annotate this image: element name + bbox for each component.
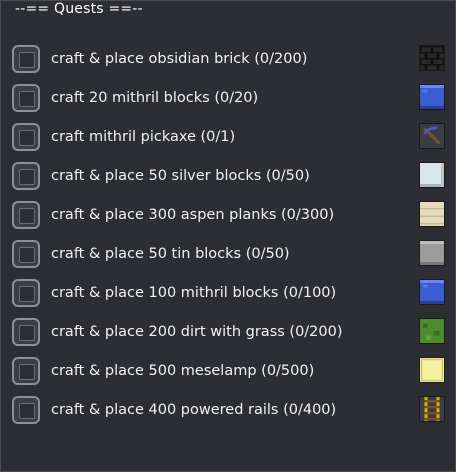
quest-row: craft & place 50 silver blocks (0/50) (1, 158, 456, 197)
quest-row: craft & place 100 mithril blocks (0/100) (1, 275, 456, 314)
quest-checkbox[interactable] (12, 240, 40, 268)
quest-row: craft & place 500 meselamp (0/500) (1, 353, 456, 392)
quest-label: craft & place 100 mithril blocks (0/100) (51, 285, 337, 301)
aspen-planks-icon (419, 201, 445, 227)
quest-row: craft & place 300 aspen planks (0/300) (1, 197, 456, 236)
quest-label: craft & place 300 aspen planks (0/300) (51, 207, 335, 223)
silver-block-icon (419, 162, 445, 188)
quest-label: craft & place 400 powered rails (0/400) (51, 402, 337, 418)
quest-label: craft & place obsidian brick (0/200) (51, 51, 308, 67)
quest-row: craft & place 50 tin blocks (0/50) (1, 236, 456, 275)
powered-rails-icon (419, 396, 445, 422)
mithril-block-icon (419, 84, 445, 110)
quest-checkbox[interactable] (12, 84, 40, 112)
obsidian-brick-icon (419, 45, 445, 71)
quest-checkbox[interactable] (12, 357, 40, 385)
quest-checkbox[interactable] (12, 162, 40, 190)
quest-row: craft mithril pickaxe (0/1) (1, 119, 456, 158)
quest-checkbox[interactable] (12, 123, 40, 151)
tin-block-icon (419, 240, 445, 266)
quest-label: craft mithril pickaxe (0/1) (51, 129, 236, 145)
dirt-with-grass-icon (419, 318, 445, 344)
quest-label: craft & place 50 silver blocks (0/50) (51, 168, 310, 184)
mithril-block-icon (419, 279, 445, 305)
mithril-pickaxe-icon (419, 123, 445, 149)
quest-row: craft & place 400 powered rails (0/400) (1, 392, 456, 431)
quest-label: craft & place 500 meselamp (0/500) (51, 363, 315, 379)
quest-row: craft & place 200 dirt with grass (0/200… (1, 314, 456, 353)
meselamp-icon (419, 357, 445, 383)
quest-row: craft 20 mithril blocks (0/20) (1, 80, 456, 119)
quest-checkbox[interactable] (12, 45, 40, 73)
quest-label: craft 20 mithril blocks (0/20) (51, 90, 259, 106)
quest-checkbox[interactable] (12, 318, 40, 346)
quest-checkbox[interactable] (12, 279, 40, 307)
quest-label: craft & place 50 tin blocks (0/50) (51, 246, 290, 262)
quest-label: craft & place 200 dirt with grass (0/200… (51, 324, 343, 340)
quest-row: craft & place obsidian brick (0/200) (1, 41, 456, 80)
quest-panel: --== Quests ==-- craft & place obsidian … (0, 0, 456, 472)
quest-checkbox[interactable] (12, 396, 40, 424)
panel-title: --== Quests ==-- (15, 1, 143, 17)
quest-checkbox[interactable] (12, 201, 40, 229)
